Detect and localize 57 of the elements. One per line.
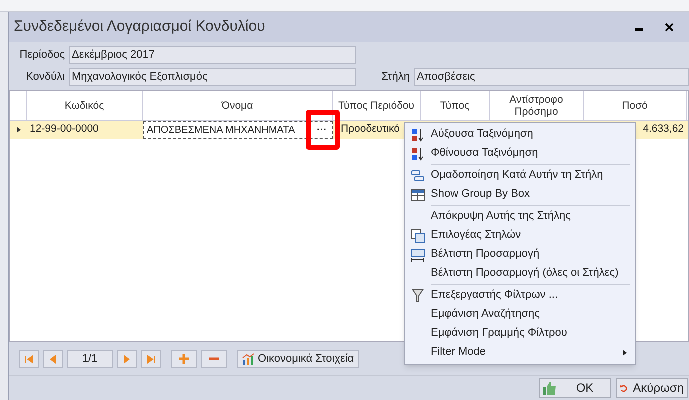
group-icon xyxy=(411,170,425,182)
table-cell-text: 12-99-00-0000 xyxy=(30,122,99,138)
table-cell-text: ΑΠΟΣΒΕΣΜΕΝΑ ΜΗΧΑΝΗΜΑΤΑ xyxy=(147,124,296,138)
minus-icon xyxy=(209,357,219,361)
column-header[interactable]: Ποσό xyxy=(584,91,687,120)
column-field[interactable]: Αποσβέσεις xyxy=(414,68,689,86)
remove-button[interactable] xyxy=(201,350,227,368)
menu-item[interactable]: Εμφάνιση Γραμμής Φίλτρου xyxy=(405,324,635,343)
ellipsis-button[interactable]: ··· xyxy=(315,122,329,138)
table-cell-text: Προοδευτικό xyxy=(341,122,400,138)
add-button[interactable] xyxy=(171,350,197,368)
column-width-icon xyxy=(411,248,425,262)
menu-item[interactable]: Φθίνουσα Ταξινόμηση xyxy=(405,144,635,163)
table-cell-text: 4.633,62 xyxy=(643,122,684,138)
thumbs-up-icon xyxy=(543,382,557,394)
item-field[interactable]: Μηχανολογικός Εξοπλισμός xyxy=(69,68,356,86)
next-icon xyxy=(124,354,130,364)
window-title: Συνδεδεμένοι Λογαριασμοί Κονδυλίου xyxy=(14,16,266,37)
menu-item[interactable]: Βέλτιστη Προσαρμογή xyxy=(405,245,635,264)
highlight-frame xyxy=(306,110,340,150)
sort-descending-icon xyxy=(411,146,425,160)
menu-item[interactable]: Βέλτιστη Προσαρμογή (όλες οι Στήλες) xyxy=(405,264,635,283)
column-header[interactable]: Κωδικός xyxy=(27,91,143,120)
chart-icon xyxy=(242,353,254,365)
field-label: Κονδύλι xyxy=(25,70,65,85)
columns-icon xyxy=(411,228,425,242)
filter-icon xyxy=(412,288,424,302)
menu-item[interactable]: Ομαδοποίηση Κατά Αυτήν τη Στήλη xyxy=(405,166,635,185)
column-header[interactable]: Τύπος Περιόδου xyxy=(333,91,421,120)
page-field[interactable]: 1/1 xyxy=(67,350,113,368)
close-icon[interactable] xyxy=(665,22,674,32)
column-header[interactable]: Όνομα xyxy=(143,91,333,120)
column-header[interactable]: Αντίστροφο Πρόσημο xyxy=(490,91,584,120)
last-page-button[interactable] xyxy=(141,350,161,368)
next-page-button[interactable] xyxy=(117,350,137,368)
menu-item[interactable]: Επιλογέας Στηλών xyxy=(405,226,635,245)
plus-icon xyxy=(179,354,189,364)
menu-item[interactable]: Επεξεργαστής Φίλτρων ... xyxy=(405,286,635,305)
column-header[interactable]: Τύπος xyxy=(421,91,490,120)
field-label: Περίοδος xyxy=(18,48,65,63)
menu-item[interactable]: Εμφάνιση Αναζήτησης xyxy=(405,305,635,324)
first-page-button[interactable] xyxy=(19,350,39,368)
row-pointer-icon xyxy=(16,127,20,133)
previous-page-button[interactable] xyxy=(43,350,63,368)
menu-item[interactable]: Show Group By Box xyxy=(405,185,635,204)
menu-item[interactable]: Filter Mode xyxy=(405,343,635,362)
period-field[interactable]: Δεκέμβριος 2017 xyxy=(69,46,356,64)
menu-item[interactable]: Απόκρυψη Αυτής της Στήλης xyxy=(405,207,635,226)
grid-icon xyxy=(411,188,425,200)
sort-ascending-icon xyxy=(411,128,425,142)
previous-icon xyxy=(50,354,56,364)
first-page-icon xyxy=(24,354,34,364)
financial-data-button[interactable]: Οικονομικά Στοιχεία xyxy=(237,350,360,368)
field-label: Στήλη xyxy=(380,70,410,85)
cancel-button[interactable]: Ακύρωση xyxy=(616,378,688,398)
ok-button[interactable]: OK xyxy=(539,378,611,398)
last-page-icon xyxy=(146,354,156,364)
